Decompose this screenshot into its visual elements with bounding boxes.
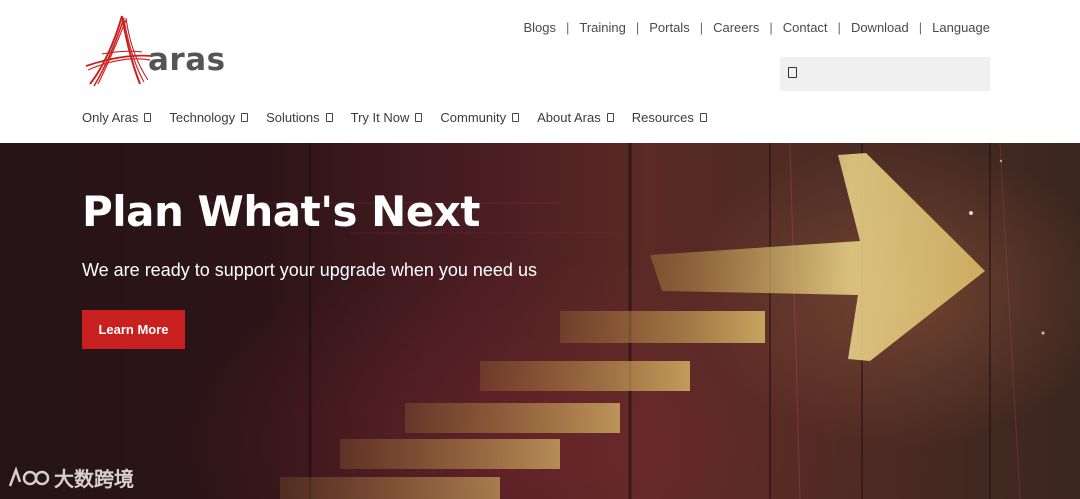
chevron-down-icon — [415, 113, 423, 122]
chevron-down-icon — [325, 113, 333, 122]
nav-label: Resources — [631, 110, 694, 125]
nav-item-community[interactable]: Community — [440, 110, 520, 125]
util-link-language[interactable]: Language — [922, 20, 990, 35]
main-nav: Only Aras Technology Solutions Try It No… — [82, 110, 725, 125]
util-link-blogs[interactable]: Blogs — [513, 20, 566, 35]
search-icon[interactable] — [788, 67, 797, 78]
nav-label: About Aras — [537, 110, 601, 125]
hero-subtitle: We are ready to support your upgrade whe… — [82, 260, 537, 280]
chevron-down-icon — [606, 113, 614, 122]
nav-item-technology[interactable]: Technology — [169, 110, 249, 125]
utility-nav: Blogs | Training | Portals | Careers | C… — [513, 20, 990, 35]
learn-more-button[interactable]: Learn More — [82, 310, 185, 349]
search-input[interactable] — [780, 57, 990, 91]
watermark: 大数跨境 — [6, 463, 134, 492]
nav-item-about-aras[interactable]: About Aras — [537, 110, 614, 125]
hero-banner: Plan What's Next We are ready to support… — [0, 143, 1080, 499]
util-link-portals[interactable]: Portals — [639, 20, 699, 35]
nav-label: Try It Now — [350, 110, 410, 125]
hero-title: Plan What's Next — [82, 187, 480, 236]
nav-label: Community — [440, 110, 507, 125]
util-link-download[interactable]: Download — [841, 20, 919, 35]
chevron-down-icon — [699, 113, 707, 122]
watermark-logo-icon — [8, 465, 50, 486]
chevron-down-icon — [144, 113, 152, 122]
nav-item-resources[interactable]: Resources — [632, 110, 707, 125]
chevron-down-icon — [512, 113, 520, 122]
nav-item-only-aras[interactable]: Only Aras — [82, 110, 152, 125]
site-header: aras Blogs | Training | Portals | Career… — [0, 0, 1080, 143]
util-link-contact[interactable]: Contact — [773, 20, 838, 35]
logo-strokes-icon — [85, 15, 153, 87]
watermark-text: 大数跨境 — [54, 469, 134, 491]
nav-label: Technology — [169, 110, 236, 125]
nav-label: Only Aras — [82, 110, 139, 125]
aras-logo[interactable]: aras — [84, 14, 234, 90]
chevron-down-icon — [241, 113, 249, 122]
util-link-careers[interactable]: Careers — [703, 20, 769, 35]
nav-label: Solutions — [266, 110, 320, 125]
nav-item-try-it-now[interactable]: Try It Now — [351, 110, 423, 125]
logo-wordmark: aras — [148, 42, 226, 78]
nav-item-solutions[interactable]: Solutions — [266, 110, 333, 125]
util-link-training[interactable]: Training — [569, 20, 635, 35]
